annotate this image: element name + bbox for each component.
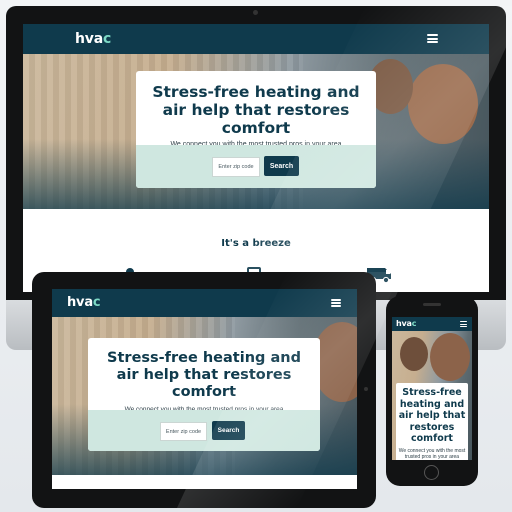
desktop-search-form: Enter zip code Search xyxy=(136,145,376,188)
desktop-hero: Stress-free heating and air help that re… xyxy=(23,54,489,209)
desktop-zip-input[interactable]: Enter zip code xyxy=(212,157,260,177)
phone-hero-card: Stress-free heating and air help that re… xyxy=(396,383,468,460)
phone-navbar: hvac xyxy=(392,317,472,331)
tablet-search-form: Enter zip code Search xyxy=(88,410,320,451)
desktop-screen: hvac Stress-free heating and air help th… xyxy=(23,24,489,292)
tablet-screen: hvac Stress-free heating and air help th… xyxy=(52,289,357,489)
tablet-navbar: hvac xyxy=(52,289,357,317)
phone-menu-icon[interactable] xyxy=(460,321,467,327)
desktop-logo-accent: c xyxy=(102,31,112,47)
phone-photo-person xyxy=(430,333,470,381)
section-title: It's a breeze xyxy=(221,238,291,249)
phone-headline: Stress-free heating and air help that re… xyxy=(398,387,466,444)
phone-logo[interactable]: hvac xyxy=(396,319,416,328)
tablet-hero: Stress-free heating and air help that re… xyxy=(52,317,357,475)
desktop-hero-card: Stress-free heating and air help that re… xyxy=(136,71,376,188)
tablet-camera xyxy=(364,387,368,391)
phone-photo-child xyxy=(400,337,428,371)
phone-logo-accent: c xyxy=(411,319,417,328)
hero-photo-person xyxy=(408,64,478,144)
tablet-headline: Stress-free heating and air help that re… xyxy=(107,350,301,400)
phone-hero: Stress-free heating and air help that re… xyxy=(392,331,472,460)
tablet-logo-text: hva xyxy=(67,295,93,310)
tablet-device: hvac Stress-free heating and air help th… xyxy=(32,272,408,508)
desktop-search-button[interactable]: Search xyxy=(264,156,299,176)
tablet-logo-accent: c xyxy=(92,295,101,310)
tablet-zip-input[interactable]: Enter zip code xyxy=(160,422,207,441)
tablet-menu-icon[interactable] xyxy=(331,299,341,307)
desktop-headline: Stress-free heating and air help that re… xyxy=(152,83,360,137)
desktop-logo-text: hva xyxy=(75,31,103,47)
tablet-search-button[interactable]: Search xyxy=(212,421,245,440)
camera-dot xyxy=(253,10,258,15)
phone-screen: hvac Stress-free heating and air help th… xyxy=(392,317,472,460)
tablet-hero-card: Stress-free heating and air help that re… xyxy=(88,338,320,451)
phone-speaker xyxy=(423,303,441,306)
tablet-logo[interactable]: hvac xyxy=(67,295,101,310)
phone-device: hvac Stress-free heating and air help th… xyxy=(386,296,478,486)
phone-logo-text: hva xyxy=(396,319,412,328)
phone-subtext: We connect you with the most trusted pro… xyxy=(398,447,466,460)
desktop-navbar: hvac xyxy=(23,24,489,54)
menu-icon[interactable] xyxy=(427,34,438,43)
desktop-logo[interactable]: hvac xyxy=(75,31,111,47)
phone-home-button[interactable] xyxy=(424,465,439,480)
